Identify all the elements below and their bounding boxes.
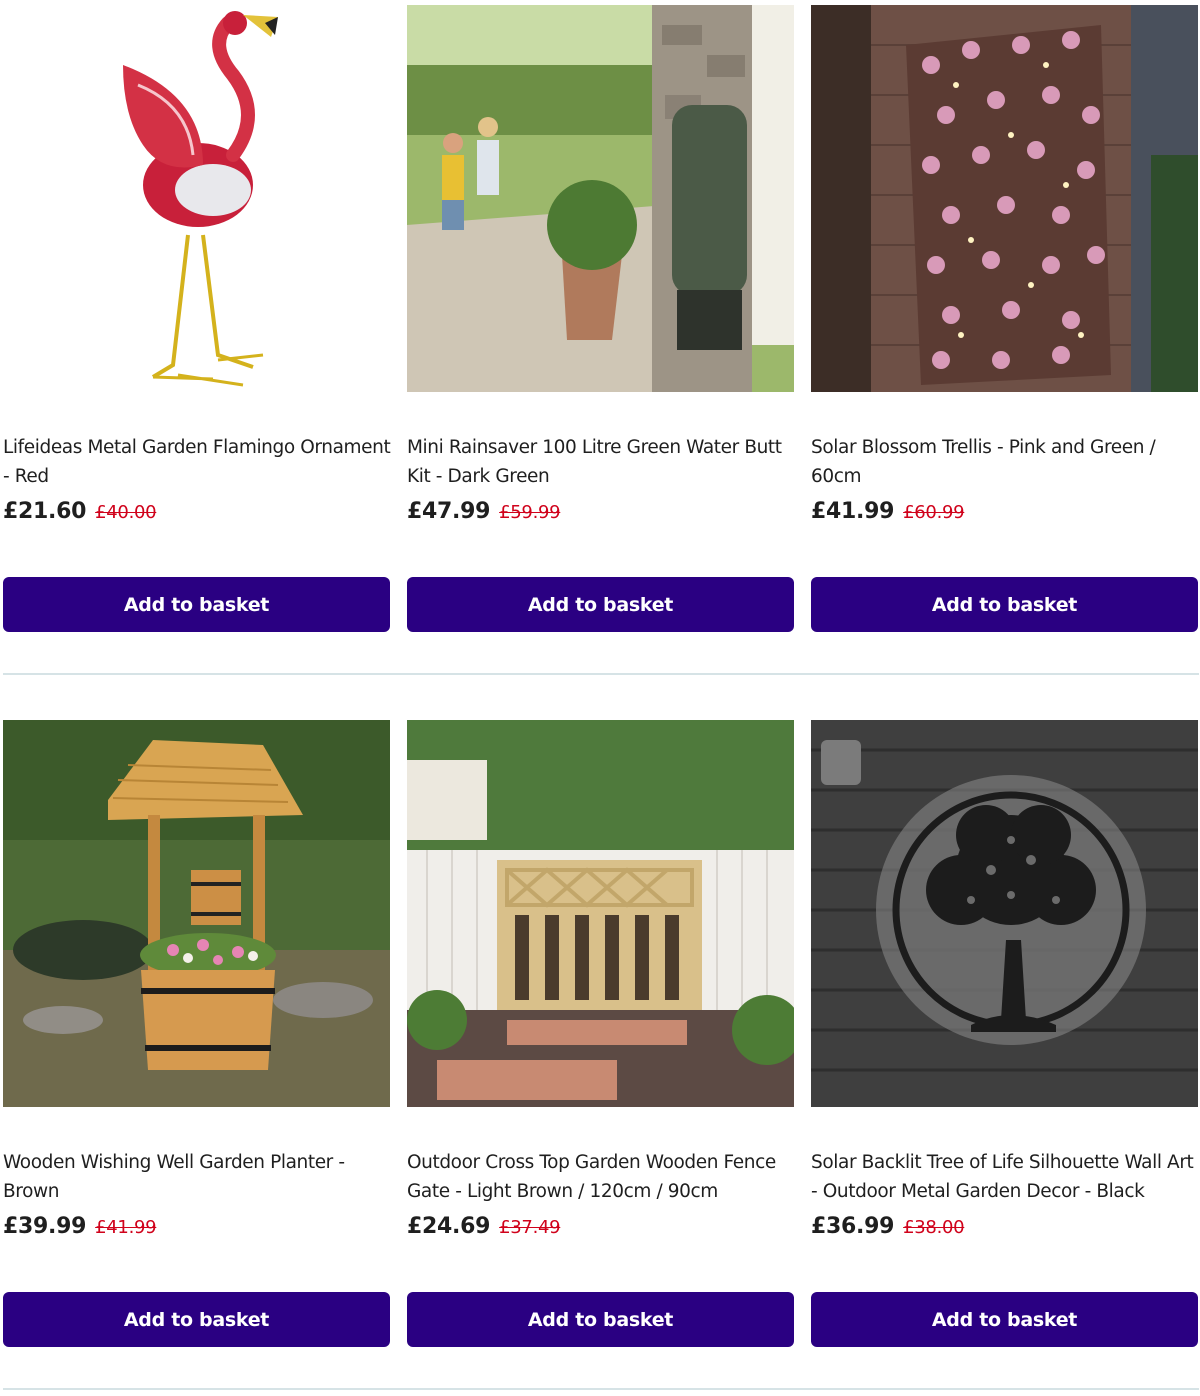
add-to-basket-button[interactable]: Add to basket xyxy=(3,1292,390,1347)
water-butt-image xyxy=(407,5,794,392)
add-to-basket-button[interactable]: Add to basket xyxy=(3,577,390,632)
row-divider xyxy=(3,673,1199,675)
price-block: £21.60 £40.00 xyxy=(3,499,157,524)
price-block: £41.99 £60.99 xyxy=(811,499,965,524)
product-title[interactable]: Outdoor Cross Top Garden Wooden Fence Ga… xyxy=(407,1148,797,1206)
was-price: £41.99 xyxy=(95,1217,157,1238)
was-price: £38.00 xyxy=(903,1217,965,1238)
price-block: £24.69 £37.49 xyxy=(407,1214,561,1239)
was-price: £40.00 xyxy=(95,502,157,523)
add-to-basket-button[interactable]: Add to basket xyxy=(407,1292,794,1347)
product-row: Lifeideas Metal Garden Flamingo Ornament… xyxy=(3,5,1199,632)
product-image-tree-of-life[interactable] xyxy=(811,720,1198,1107)
current-price: £24.69 xyxy=(407,1214,491,1239)
was-price: £37.49 xyxy=(499,1217,561,1238)
trellis-image xyxy=(811,5,1198,392)
current-price: £41.99 xyxy=(811,499,895,524)
product-row: Wooden Wishing Well Garden Planter - Bro… xyxy=(3,720,1199,1347)
product-image-flamingo[interactable] xyxy=(3,5,390,392)
product-image-wishing-well[interactable] xyxy=(3,720,390,1107)
current-price: £39.99 xyxy=(3,1214,87,1239)
product-title[interactable]: Mini Rainsaver 100 Litre Green Water But… xyxy=(407,433,797,491)
was-price: £59.99 xyxy=(499,502,561,523)
add-to-basket-button[interactable]: Add to basket xyxy=(811,1292,1198,1347)
fence-gate-image xyxy=(407,720,794,1107)
product-title[interactable]: Wooden Wishing Well Garden Planter - Bro… xyxy=(3,1148,393,1206)
add-to-basket-button[interactable]: Add to basket xyxy=(407,577,794,632)
product-title[interactable]: Solar Blossom Trellis - Pink and Green /… xyxy=(811,433,1200,491)
row-divider xyxy=(3,1388,1199,1390)
tree-of-life-image xyxy=(811,720,1198,1107)
current-price: £47.99 xyxy=(407,499,491,524)
product-title[interactable]: Lifeideas Metal Garden Flamingo Ornament… xyxy=(3,433,393,491)
was-price: £60.99 xyxy=(903,502,965,523)
product-card: Solar Blossom Trellis - Pink and Green /… xyxy=(811,5,1198,632)
current-price: £21.60 xyxy=(3,499,87,524)
wishing-well-image xyxy=(3,720,390,1107)
product-card: Wooden Wishing Well Garden Planter - Bro… xyxy=(3,720,390,1347)
product-image-fence-gate[interactable] xyxy=(407,720,794,1107)
product-image-water-butt[interactable] xyxy=(407,5,794,392)
price-block: £47.99 £59.99 xyxy=(407,499,561,524)
current-price: £36.99 xyxy=(811,1214,895,1239)
product-image-trellis[interactable] xyxy=(811,5,1198,392)
price-block: £39.99 £41.99 xyxy=(3,1214,157,1239)
product-card: Outdoor Cross Top Garden Wooden Fence Ga… xyxy=(407,720,794,1347)
product-title[interactable]: Solar Backlit Tree of Life Silhouette Wa… xyxy=(811,1148,1200,1206)
product-card: Mini Rainsaver 100 Litre Green Water But… xyxy=(407,5,794,632)
add-to-basket-button[interactable]: Add to basket xyxy=(811,577,1198,632)
flamingo-image xyxy=(3,5,390,392)
price-block: £36.99 £38.00 xyxy=(811,1214,965,1239)
product-card: Solar Backlit Tree of Life Silhouette Wa… xyxy=(811,720,1198,1347)
product-card: Lifeideas Metal Garden Flamingo Ornament… xyxy=(3,5,393,632)
